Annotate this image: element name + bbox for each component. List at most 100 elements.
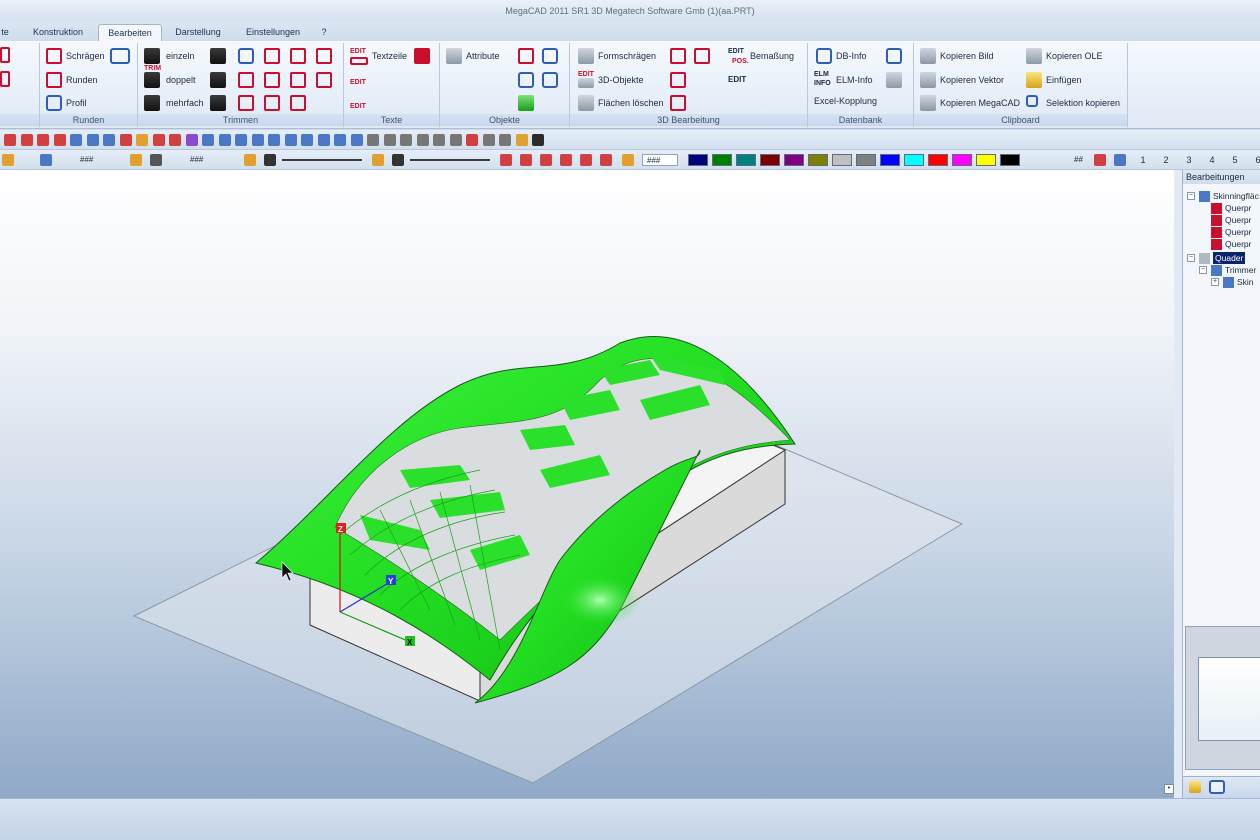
color-swatch[interactable] [1000,154,1020,166]
tree-expander[interactable]: + [1211,278,1219,286]
lock-icon[interactable] [2,154,14,166]
layer-button-6[interactable]: 6 [1249,153,1260,167]
excel-kopplung-button[interactable]: Excel-Kopplung [814,92,877,110]
sphere-icon[interactable] [251,134,264,146]
line-width-preview[interactable] [410,159,490,161]
edit-line-icon[interactable] [264,95,280,111]
line-width-icon[interactable] [392,154,404,166]
object-select-icon[interactable] [518,95,534,111]
pen-icon[interactable] [150,154,162,166]
zoom-in-icon[interactable] [520,154,532,166]
kopieren-ole-button[interactable]: Kopieren OLE [1046,47,1103,65]
object-move-icon[interactable] [518,48,534,64]
pocket-icon[interactable] [350,134,363,146]
edit-dropdown[interactable]: EDIT [728,71,746,89]
palette-icon[interactable] [515,134,528,146]
cylinder-view-icon[interactable] [433,134,445,146]
tree-node-label[interactable]: Querpr [1225,214,1251,226]
kopieren-bild-button[interactable]: Kopieren Bild [940,47,994,65]
solid-edit-icon[interactable] [670,72,686,88]
zoom-all-icon[interactable] [580,154,592,166]
trim-einzeln-button[interactable]: einzeln [166,47,195,65]
stretch-icon[interactable] [264,72,280,88]
tree-node-label[interactable]: Skin [1237,276,1254,288]
break-icon[interactable] [316,48,332,64]
layer-button-5[interactable]: 5 [1226,153,1244,167]
color-swatch[interactable] [712,154,732,166]
fillet-3d-icon[interactable] [110,48,130,64]
elm-info-button[interactable]: ELM-Info [836,71,873,89]
spec-icon[interactable] [466,134,478,146]
lock-icon[interactable] [244,154,256,166]
partial-icon[interactable] [0,71,10,87]
print-icon[interactable] [53,134,66,146]
lock-icon[interactable] [372,154,384,166]
tree-expander[interactable]: − [1187,192,1195,200]
extend-icon[interactable] [290,48,306,64]
db-info-button[interactable]: DB-Info [836,47,867,65]
split-icon[interactable] [238,72,254,88]
color-swatch[interactable] [856,154,876,166]
color-swatch[interactable] [736,154,756,166]
db-link-icon[interactable] [886,48,902,64]
line-type-field[interactable]: ### [80,154,93,166]
color-swatch[interactable] [808,154,828,166]
stretch-icon[interactable] [290,72,306,88]
move-icon[interactable] [152,134,165,146]
zoom-icon[interactable] [500,154,512,166]
attribute-button[interactable]: Attribute [466,47,500,65]
db-table-icon[interactable] [886,72,902,88]
color-swatch[interactable] [904,154,924,166]
einfuegen-button[interactable]: Einfügen [1046,71,1082,89]
solid-edit-icon[interactable] [670,48,686,64]
zoom-out-icon[interactable] [540,154,552,166]
wedge-icon[interactable] [284,134,297,146]
tab-ansichte[interactable]: te [0,24,12,41]
tab-bearbeiten[interactable]: Bearbeiten [98,24,162,41]
tab-darstellung[interactable]: Darstellung [166,24,230,41]
mirror-icon[interactable] [185,134,198,146]
hole-icon[interactable] [334,134,346,146]
flag-icon[interactable] [499,134,511,146]
trim-tool-icon[interactable] [210,48,226,64]
trim-doppelt-button[interactable]: doppelt [166,71,196,89]
line-style-icon[interactable] [264,154,276,166]
tree-node-label[interactable]: Querpr [1225,238,1251,250]
save-icon[interactable] [40,154,52,166]
redo-icon[interactable] [86,134,99,146]
folder-tab-icon[interactable] [1189,781,1201,793]
selektion-kopieren-button[interactable]: Selektion kopieren [1046,94,1120,112]
extrude-icon[interactable] [301,134,313,146]
divide-icon[interactable] [316,72,332,88]
kopieren-vektor-button[interactable]: Kopieren Vektor [940,71,1004,89]
vertical-scrollbar[interactable] [1174,170,1182,798]
tree-node-label[interactable]: Skinningfläc [1213,190,1259,202]
color-swatch[interactable] [688,154,708,166]
trim-icon[interactable] [136,134,148,146]
tree-node-label[interactable]: Querpr [1225,202,1251,214]
cylinder-view-icon[interactable] [416,134,429,146]
tree-expander[interactable]: − [1199,266,1207,274]
kopieren-megacad-button[interactable]: Kopieren MegaCAD [940,94,1020,112]
lock-icon[interactable] [622,154,634,166]
layer-button-3[interactable]: 3 [1180,153,1198,167]
color-swatch[interactable] [760,154,780,166]
view-corner-button[interactable]: • [1164,784,1174,794]
undo-icon[interactable] [70,134,82,146]
trim-tool-icon[interactable] [210,72,226,88]
dropdown-icon[interactable] [532,134,544,146]
solid-edit-icon[interactable] [694,48,710,64]
color-swatch[interactable] [976,154,996,166]
color-swatch[interactable] [784,154,804,166]
bemassung-dropdown[interactable]: Bemaßung [750,47,794,65]
layer-manager-icon[interactable] [1114,154,1126,166]
font-icon[interactable] [414,48,430,64]
flaechen-loeschen-button[interactable]: Flächen löschen [598,94,664,112]
flag-icon[interactable] [482,134,495,146]
redraw-icon[interactable] [103,134,115,146]
cylinder-icon[interactable] [218,134,231,146]
trim-tool-icon[interactable] [210,95,226,111]
cylinder-view-icon[interactable] [400,134,412,146]
edit-line-icon[interactable] [238,95,254,111]
open-icon[interactable] [20,134,33,146]
